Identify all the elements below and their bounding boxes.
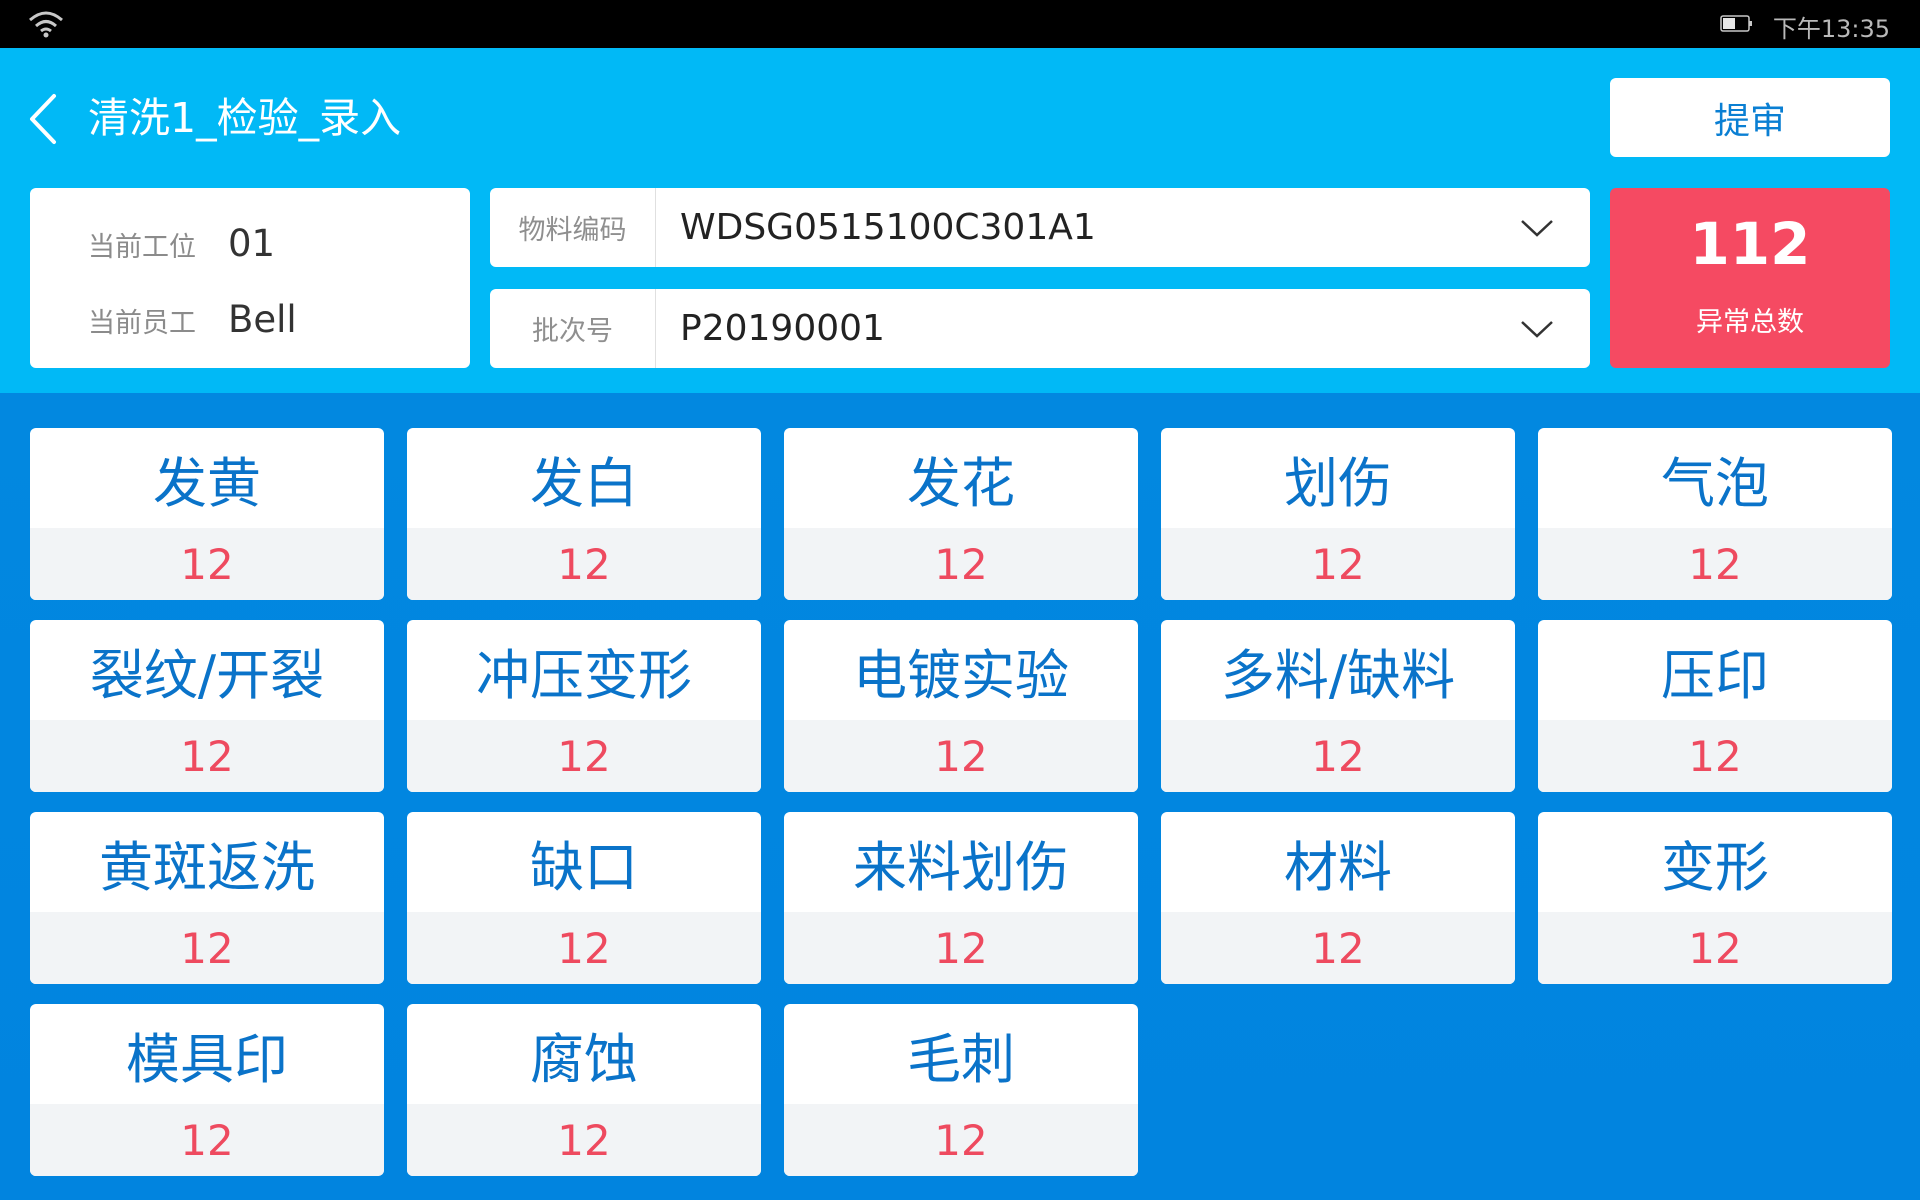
defect-count: 12 <box>784 720 1138 792</box>
material-code-select[interactable]: 物料编码 WDSG0515100C301A1 <box>490 188 1590 267</box>
defect-name: 来料划伤 <box>853 835 1069 899</box>
defect-count: 12 <box>1538 720 1892 792</box>
exception-total-card: 112 异常总数 <box>1610 188 1890 368</box>
station-label: 当前工位 <box>88 232 196 263</box>
defect-count: 12 <box>1161 720 1515 792</box>
defect-name: 缺口 <box>530 835 638 899</box>
defect-name: 毛刺 <box>907 1027 1015 1091</box>
defect-tile[interactable]: 冲压变形 12 <box>407 620 761 792</box>
employee-label: 当前员工 <box>88 308 196 339</box>
batch-number-value: P20190001 <box>680 308 885 349</box>
defect-name: 材料 <box>1284 835 1392 899</box>
exception-total-count: 112 <box>1689 210 1811 278</box>
defect-name: 黄斑返洗 <box>99 835 315 899</box>
defect-count: 12 <box>30 720 384 792</box>
defect-name: 模具印 <box>126 1027 288 1091</box>
defect-name: 腐蚀 <box>530 1027 638 1091</box>
batch-number-label: 批次号 <box>490 289 656 368</box>
defect-name: 发花 <box>907 451 1015 515</box>
defect-count: 12 <box>1161 528 1515 600</box>
defect-count: 12 <box>407 528 761 600</box>
defect-tile[interactable]: 变形 12 <box>1538 812 1892 984</box>
defect-tile[interactable]: 缺口 12 <box>407 812 761 984</box>
employee-row: 当前员工 Bell <box>88 298 297 341</box>
defect-count: 12 <box>784 912 1138 984</box>
defect-tile[interactable]: 电镀实验 12 <box>784 620 1138 792</box>
defect-count: 12 <box>407 720 761 792</box>
employee-value: Bell <box>228 298 297 341</box>
defect-count: 12 <box>1538 912 1892 984</box>
operator-info-card: 当前工位 01 当前员工 Bell <box>30 188 470 368</box>
status-bar: 下午13:35 <box>0 0 1920 48</box>
defect-tile[interactable]: 黄斑返洗 12 <box>30 812 384 984</box>
defect-count: 12 <box>407 912 761 984</box>
battery-icon <box>1720 15 1752 32</box>
defect-tile[interactable]: 毛刺 12 <box>784 1004 1138 1176</box>
defect-name: 多料/缺料 <box>1220 643 1456 707</box>
defect-tile[interactable]: 多料/缺料 12 <box>1161 620 1515 792</box>
material-code-value: WDSG0515100C301A1 <box>680 207 1096 248</box>
defect-tile[interactable]: 发花 12 <box>784 428 1138 600</box>
defect-count: 12 <box>407 1104 761 1176</box>
defect-name: 电镀实验 <box>853 643 1069 707</box>
defect-tile[interactable]: 气泡 12 <box>1538 428 1892 600</box>
defect-tile[interactable]: 模具印 12 <box>30 1004 384 1176</box>
defect-tile[interactable]: 腐蚀 12 <box>407 1004 761 1176</box>
defect-count: 12 <box>30 528 384 600</box>
defect-tile[interactable]: 来料划伤 12 <box>784 812 1138 984</box>
chevron-down-icon <box>1521 320 1553 338</box>
defect-tile[interactable]: 裂纹/开裂 12 <box>30 620 384 792</box>
defect-tile[interactable]: 发黄 12 <box>30 428 384 600</box>
defect-tile[interactable]: 压印 12 <box>1538 620 1892 792</box>
submit-review-button[interactable]: 提审 <box>1610 78 1890 157</box>
back-arrow-icon[interactable] <box>26 92 62 146</box>
defect-name: 裂纹/开裂 <box>89 643 325 707</box>
defect-count: 12 <box>784 528 1138 600</box>
status-time: 下午13:35 <box>1772 15 1890 43</box>
defect-tile[interactable]: 发白 12 <box>407 428 761 600</box>
page-title: 清洗1_检验_录入 <box>88 94 402 142</box>
defect-name: 发白 <box>530 451 638 515</box>
material-code-label: 物料编码 <box>490 188 656 267</box>
defect-count: 12 <box>1161 912 1515 984</box>
batch-number-select[interactable]: 批次号 P20190001 <box>490 289 1590 368</box>
defect-name: 发黄 <box>153 451 261 515</box>
defect-name: 压印 <box>1661 643 1769 707</box>
defect-count: 12 <box>30 912 384 984</box>
defect-name: 变形 <box>1661 835 1769 899</box>
defect-count: 12 <box>1538 528 1892 600</box>
exception-total-label: 异常总数 <box>1696 307 1804 338</box>
defect-name: 气泡 <box>1661 451 1769 515</box>
defect-count: 12 <box>784 1104 1138 1176</box>
defect-tile[interactable]: 材料 12 <box>1161 812 1515 984</box>
defect-grid: 发黄 12 发白 12 发花 12 划伤 12 气泡 12 裂纹/开裂 12 冲压变形 12 … <box>30 428 1892 1176</box>
wifi-icon <box>29 11 63 38</box>
defect-name: 冲压变形 <box>476 643 692 707</box>
defect-count: 12 <box>30 1104 384 1176</box>
station-value: 01 <box>228 222 276 265</box>
defect-tile[interactable]: 划伤 12 <box>1161 428 1515 600</box>
defect-name: 划伤 <box>1284 451 1392 515</box>
station-row: 当前工位 01 <box>88 222 275 265</box>
chevron-down-icon <box>1521 219 1553 237</box>
